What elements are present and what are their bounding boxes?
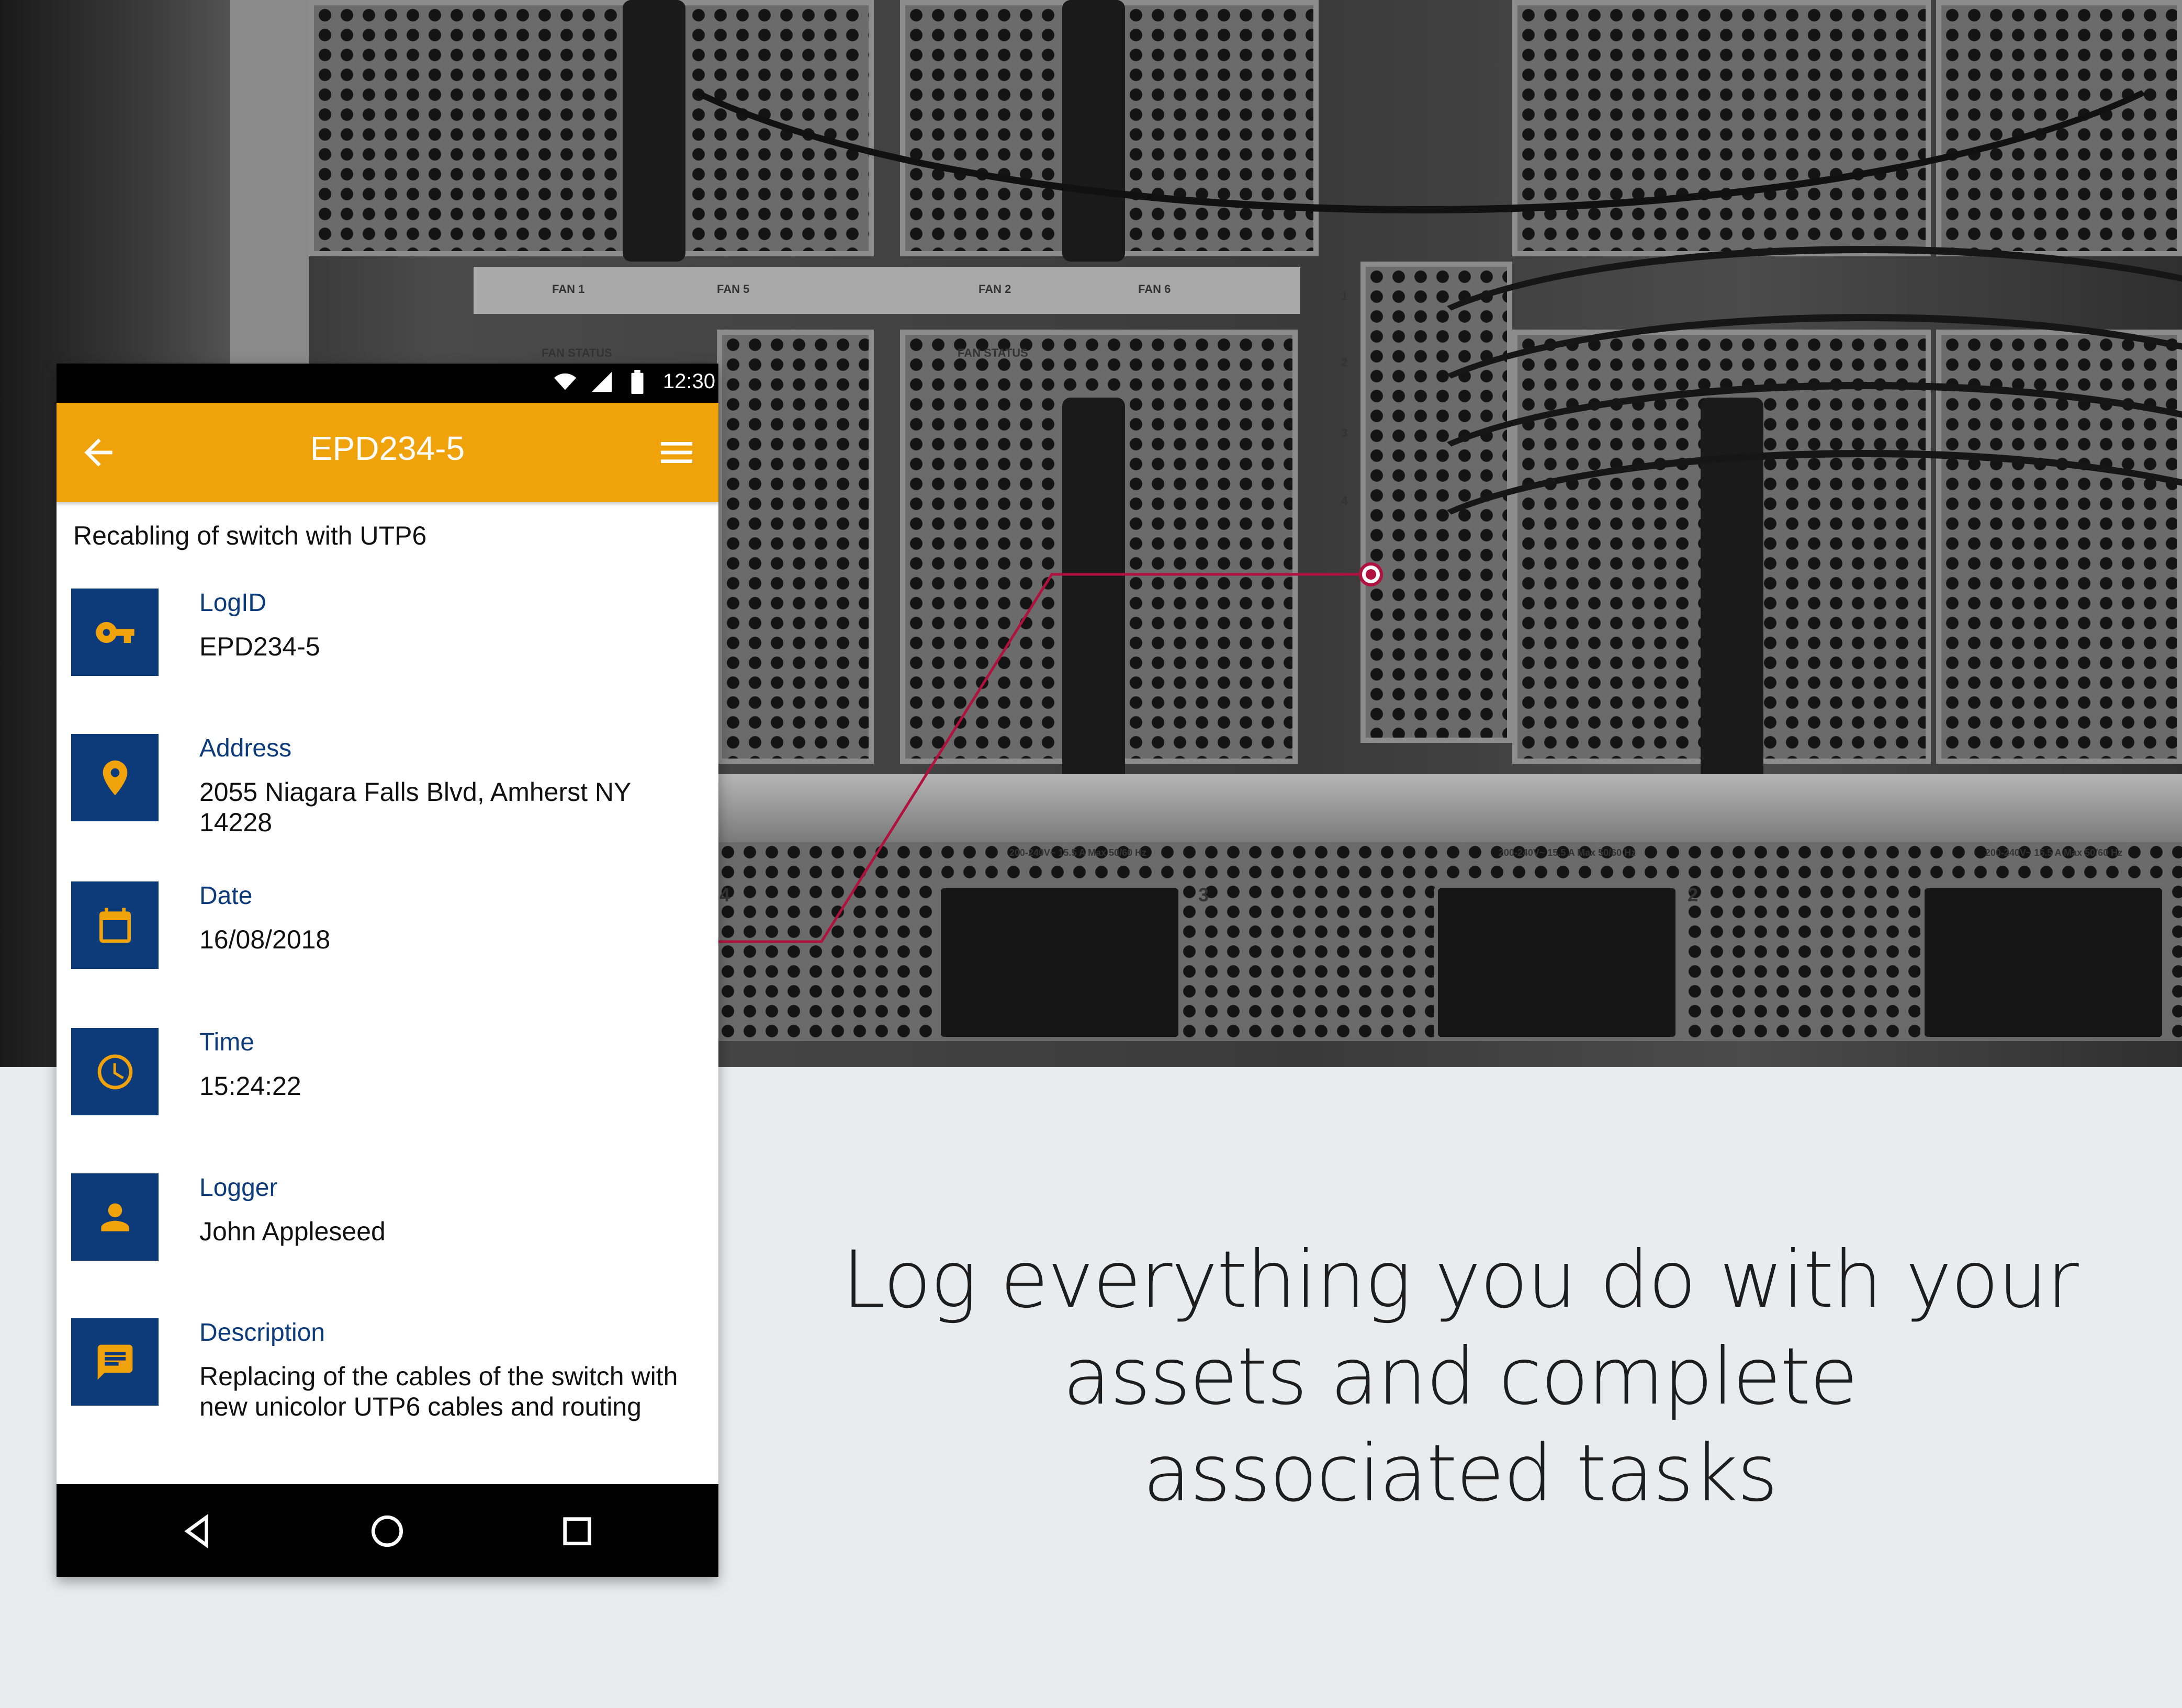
record-subtitle: Recabling of switch with UTP6 — [73, 521, 427, 550]
field-icon-tile — [71, 1028, 159, 1115]
field-address: Address 2055 Niagara Falls Blvd, Amherst… — [71, 734, 710, 837]
field-icon-tile — [71, 1318, 159, 1406]
home-circle-icon — [372, 1515, 403, 1547]
field-value: Replacing of the cables of the switch wi… — [199, 1362, 678, 1421]
field-label: Date — [199, 882, 253, 910]
nav-home-button[interactable] — [366, 1510, 408, 1552]
phone-screen: 12:30 EPD234-5 Recabling of switch with … — [57, 364, 718, 1577]
marketing-headline: Log everything you do with your assets a… — [816, 1232, 2104, 1522]
status-time: 12:30 — [662, 370, 715, 393]
location-pin-icon — [103, 760, 127, 795]
field-value: 15:24:22 — [199, 1071, 301, 1101]
recents-square-icon — [563, 1517, 591, 1545]
calendar-icon — [99, 908, 131, 943]
clock-icon — [97, 1054, 132, 1089]
hamburger-menu-icon — [661, 442, 692, 463]
headline-line: assets and complete — [1063, 1331, 1858, 1422]
field-logid: LogID EPD234-5 — [71, 589, 710, 677]
back-triangle-icon — [184, 1513, 208, 1549]
field-date: Date 16/08/2018 — [71, 881, 710, 970]
navigation-bar — [57, 1484, 718, 1577]
status-bar: 12:30 — [57, 364, 718, 403]
nav-recents-button[interactable] — [556, 1510, 598, 1552]
app-bar: EPD234-5 — [57, 403, 718, 502]
field-label: Address — [199, 734, 292, 762]
callout-endpoint-dot — [1366, 569, 1376, 580]
wifi-icon — [553, 370, 577, 397]
field-time: Time 15:24:22 — [71, 1028, 710, 1117]
field-logger: Logger John Appleseed — [71, 1173, 710, 1262]
field-label: LogID — [199, 589, 267, 617]
field-icon-tile — [71, 734, 159, 821]
field-value: 2055 Niagara Falls Blvd, Amherst NY 1422… — [199, 777, 631, 837]
page-title: EPD234-5 — [310, 429, 465, 467]
person-icon — [100, 1203, 129, 1231]
field-label: Time — [199, 1028, 254, 1056]
headline-line: Log everything you do with your — [842, 1235, 2079, 1326]
field-icon-tile — [71, 881, 159, 969]
headline-line: associated tasks — [1143, 1428, 1778, 1519]
field-label: Description — [199, 1319, 325, 1347]
signal-icon — [590, 370, 614, 397]
field-icon-tile — [71, 589, 159, 676]
field-value: EPD234-5 — [199, 632, 320, 661]
field-value: John Appleseed — [199, 1217, 386, 1246]
field-icon-tile — [71, 1173, 159, 1261]
field-description: Description Replacing of the cables of t… — [71, 1318, 710, 1439]
menu-button[interactable] — [656, 432, 698, 473]
key-icon — [95, 621, 134, 643]
nav-back-button[interactable] — [177, 1510, 219, 1552]
message-icon — [97, 1344, 132, 1379]
field-value: 16/08/2018 — [199, 925, 331, 954]
battery-icon — [629, 370, 645, 397]
field-label: Logger — [199, 1174, 278, 1202]
